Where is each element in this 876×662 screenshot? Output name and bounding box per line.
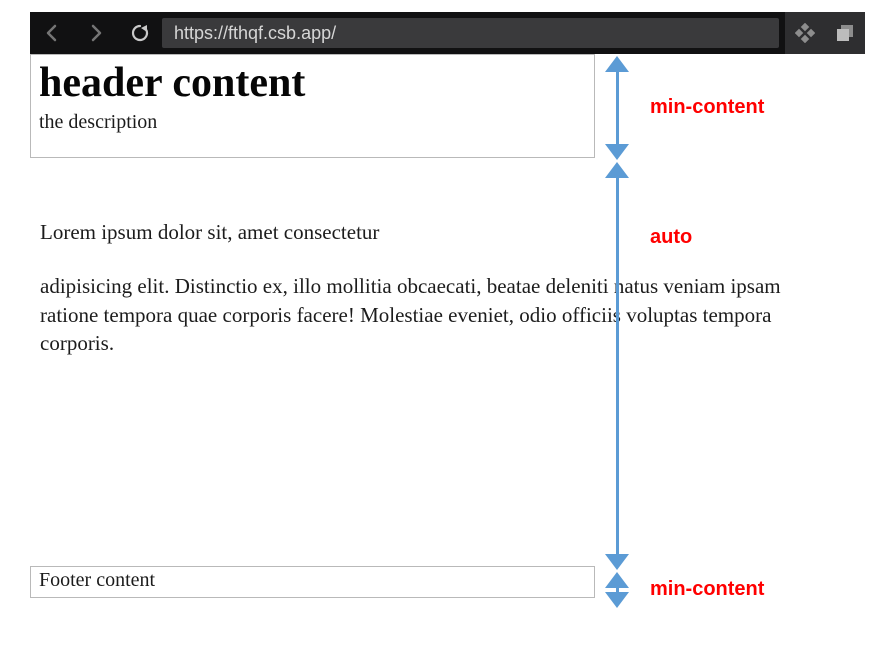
footer-text: Footer content [39, 569, 155, 591]
sandbox-button[interactable] [785, 12, 825, 54]
copy-window-icon [835, 23, 855, 43]
back-button[interactable] [30, 12, 74, 54]
body-paragraph-2: adipisicing elit. Distinctio ex, illo mo… [40, 272, 810, 357]
reload-button[interactable] [118, 12, 162, 54]
label-header-size: min-content [650, 96, 764, 119]
measure-arrows [600, 56, 634, 612]
chevron-left-icon [45, 24, 59, 42]
body-paragraph-1: Lorem ipsum dolor sit, amet consectetur [40, 218, 585, 246]
chevron-right-icon [89, 24, 103, 42]
demo-page: header content the description Lorem ips… [30, 54, 595, 614]
label-body-size: auto [650, 226, 692, 249]
body-row: Lorem ipsum dolor sit, amet consectetur … [30, 158, 595, 566]
footer-row: Footer content [30, 566, 595, 598]
arrow-header [600, 56, 634, 160]
url-input[interactable]: https://fthqf.csb.app/ [162, 18, 779, 48]
forward-button[interactable] [74, 12, 118, 54]
browser-toolbar: https://fthqf.csb.app/ [30, 12, 865, 54]
page-description: the description [39, 111, 586, 134]
arrow-body [600, 162, 634, 570]
arrow-footer [600, 572, 634, 608]
header-row: header content the description [30, 54, 595, 158]
diamond-grid-icon [795, 23, 815, 43]
label-footer-size: min-content [650, 578, 764, 601]
page-title: header content [39, 59, 586, 107]
url-text: https://fthqf.csb.app/ [174, 23, 336, 44]
new-window-button[interactable] [825, 12, 865, 54]
reload-icon [130, 23, 150, 43]
